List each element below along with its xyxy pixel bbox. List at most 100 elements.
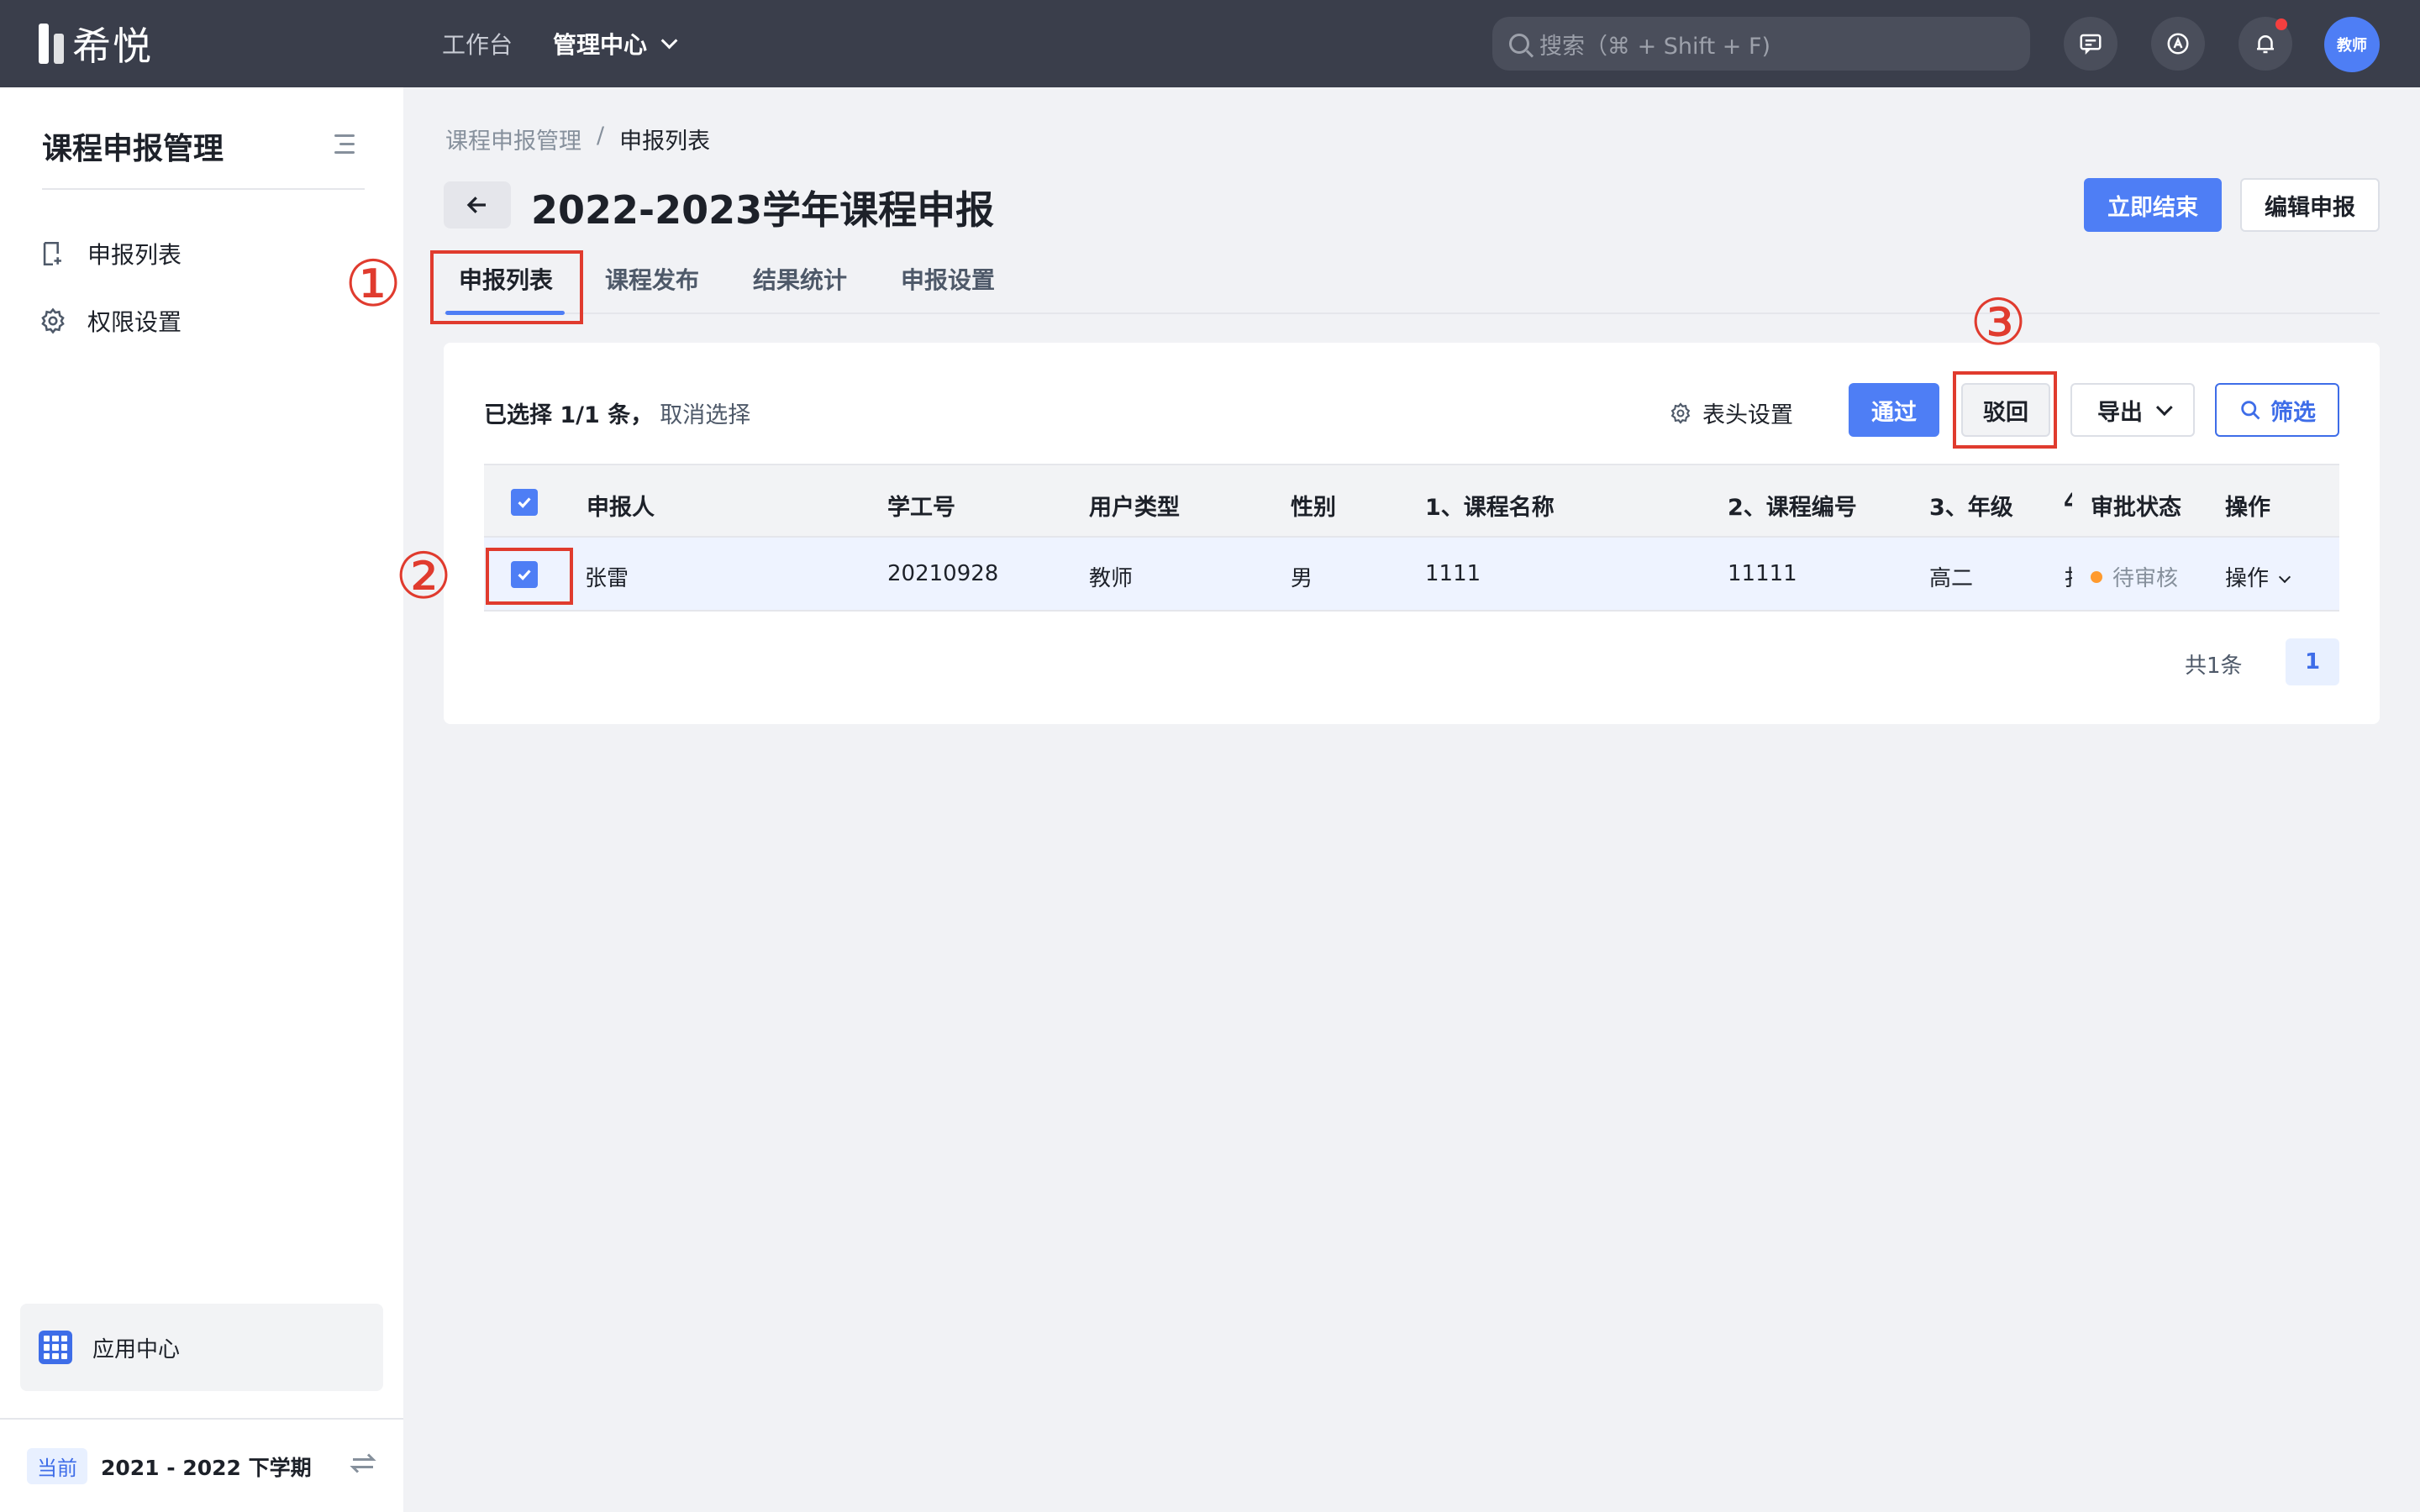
app-store-icon (2167, 33, 2189, 55)
back-button[interactable] (444, 181, 511, 228)
approve-button[interactable]: 通过 (1849, 383, 1939, 437)
selection-count: 已选择 1/1 条， (484, 402, 654, 428)
cell-user-type: 教师 (1089, 566, 1134, 591)
filter-label: 筛选 (2270, 399, 2316, 426)
cell-course-code: 11111 (1728, 561, 1797, 586)
breadcrumb-separator: / (597, 123, 605, 149)
status-badge: 待审核 (2112, 566, 2179, 591)
breadcrumb: 课程申报管理 / 申报列表 (445, 123, 710, 155)
avatar[interactable]: 教师 (2324, 17, 2380, 72)
app-grid-icon (39, 1331, 72, 1364)
sidebar-item-report-list[interactable]: 申报列表 (39, 228, 182, 279)
message-button[interactable] (2064, 17, 2118, 71)
column-header[interactable]: 3、年级 (1929, 489, 2013, 522)
chevron-down-icon (2278, 570, 2291, 584)
nav-label: 管理中心 (553, 31, 648, 59)
select-all-checkbox[interactable] (511, 489, 538, 516)
swap-icon[interactable] (348, 1448, 378, 1478)
report-list-icon (43, 241, 61, 266)
column-header[interactable]: 用户类型 (1089, 489, 1180, 522)
column-setting-label: 表头设置 (1702, 402, 1793, 428)
chevron-down-icon (2155, 399, 2173, 417)
export-label: 导出 (2097, 399, 2143, 426)
tab-bar: 申报列表 课程发布 结果统计 申报设置 (444, 255, 2380, 314)
logo[interactable]: 希悦 (39, 20, 153, 69)
cell-applicant: 张雷 (585, 566, 629, 591)
app-store-button[interactable] (2151, 17, 2205, 71)
column-header[interactable]: 1、课程名称 (1425, 489, 1555, 522)
tab-course-publish[interactable]: 课程发布 (605, 262, 699, 296)
arrow-left-icon (466, 197, 486, 213)
row-action-label: 操作 (2225, 566, 2270, 591)
cell-grade: 高二 (1929, 566, 1974, 591)
app-center-button[interactable]: 应用中心 (20, 1304, 383, 1391)
row-action-dropdown[interactable]: 操作 (2225, 561, 2291, 592)
collapse-menu-icon[interactable] (331, 134, 355, 155)
breadcrumb-current: 申报列表 (619, 129, 711, 155)
divider (42, 188, 365, 190)
column-header[interactable]: 4 (2064, 489, 2072, 515)
top-nav: 工作台 管理中心 (442, 0, 678, 87)
notification-dot (2275, 18, 2287, 30)
notification-button[interactable] (2238, 17, 2292, 71)
divider (0, 1418, 403, 1420)
column-header[interactable]: 2、课程编号 (1728, 489, 1857, 522)
term-selector: 当前 2021 - 2022 下学期 (27, 1448, 312, 1484)
search-input[interactable]: 搜索（⌘ + Shift + F) (1492, 17, 2030, 71)
nav-workbench[interactable]: 工作台 (442, 27, 513, 60)
term-text: 2021 - 2022 下学期 (101, 1455, 312, 1480)
bell-icon (2257, 35, 2274, 54)
chevron-down-icon (660, 32, 678, 50)
annotation-box-2 (486, 548, 573, 605)
column-setting-button[interactable]: 表头设置 (1669, 396, 1793, 429)
edit-report-button[interactable]: 编辑申报 (2240, 178, 2380, 232)
term-badge: 当前 (27, 1448, 87, 1484)
page-number-button[interactable]: 1 (2286, 638, 2339, 685)
check-icon (518, 497, 531, 508)
top-bar: 希悦 工作台 管理中心 搜索（⌘ + Shift + F) 教师 (0, 0, 2420, 87)
nav-management-center[interactable]: 管理中心 (553, 27, 678, 60)
cell-truncated: 扌 (2064, 561, 2072, 592)
gear-icon (41, 307, 65, 334)
cell-gender: 男 (1291, 566, 1313, 591)
sidebar-item-label: 权限设置 (87, 308, 182, 336)
status-dot (2091, 570, 2102, 583)
cancel-selection-link[interactable]: 取消选择 (660, 396, 750, 429)
annotation-number-3: ③ (1970, 285, 2028, 360)
search-placeholder: 搜索（⌘ + Shift + F) (1539, 33, 1771, 60)
cell-status: 待审核 (2091, 561, 2178, 592)
export-button[interactable]: 导出 (2070, 383, 2195, 437)
table-row[interactable]: 张雷 20210928 教师 男 1111 11111 高二 扌 待审核 操作 (484, 538, 2339, 612)
filter-button[interactable]: 筛选 (2215, 383, 2339, 437)
search-icon (1509, 34, 1529, 54)
sidebar-title: 课程申报管理 (42, 132, 224, 166)
column-header[interactable]: 审批状态 (2091, 489, 2181, 522)
tab-report-settings[interactable]: 申报设置 (901, 262, 995, 296)
table-header: 申报人 学工号 用户类型 性别 1、课程名称 2、课程编号 3、年级 4 审批状… (484, 464, 2339, 538)
app-center-label: 应用中心 (92, 1336, 181, 1362)
column-header[interactable]: 性别 (1291, 489, 1336, 522)
sidebar-item-permissions[interactable]: 权限设置 (39, 296, 182, 346)
tab-result-stats[interactable]: 结果统计 (753, 262, 847, 296)
message-icon (2080, 34, 2102, 55)
nav-label: 工作台 (442, 31, 513, 59)
column-header[interactable]: 申报人 (587, 489, 655, 522)
cell-course-name: 1111 (1425, 561, 1481, 586)
annotation-box-3 (1953, 371, 2057, 449)
sidebar-item-label: 申报列表 (87, 241, 182, 269)
sidebar: 课程申报管理 申报列表 权限设置 应用中心 当前 2021 - 2022 下学期 (0, 87, 403, 1512)
annotation-number-1: ① (345, 246, 402, 321)
breadcrumb-link[interactable]: 课程申报管理 (445, 123, 581, 155)
logo-text: 希悦 (72, 24, 153, 69)
selection-info: 已选择 1/1 条， 取消选择 (484, 396, 750, 429)
column-header[interactable]: 操作 (2225, 489, 2270, 522)
column-header[interactable]: 学工号 (887, 489, 955, 522)
page-title: 2022-2023学年课程申报 (531, 187, 995, 233)
cell-id: 20210928 (887, 561, 999, 586)
annotation-box-1 (430, 250, 583, 324)
annotation-number-2: ② (395, 538, 453, 613)
logo-icon (39, 24, 64, 64)
end-now-button[interactable]: 立即结束 (2084, 178, 2222, 232)
total-count: 共1条 (2185, 654, 2243, 679)
search-icon (2241, 401, 2260, 420)
